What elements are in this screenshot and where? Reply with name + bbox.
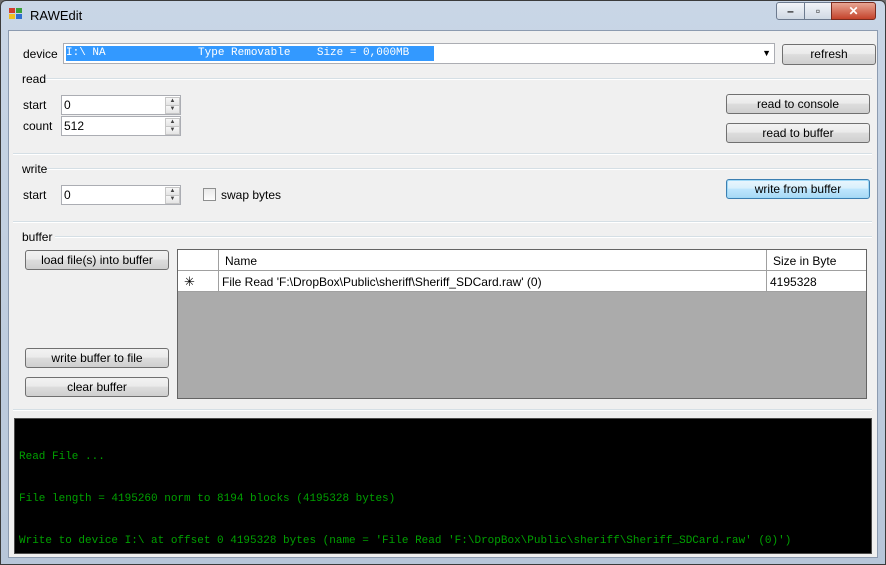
row-header[interactable]: ✳ bbox=[178, 271, 219, 292]
write-start-value: 0 bbox=[64, 188, 71, 202]
load-files-button[interactable]: load file(s) into buffer bbox=[25, 250, 169, 270]
swap-bytes-checkbox[interactable] bbox=[203, 188, 216, 201]
refresh-button[interactable]: refresh bbox=[782, 44, 876, 65]
spin-down-icon[interactable]: ▼ bbox=[165, 195, 180, 204]
swap-bytes-label[interactable]: swap bytes bbox=[221, 188, 281, 202]
minimize-icon: – bbox=[787, 4, 794, 18]
write-top-divider bbox=[13, 153, 872, 155]
device-label: device bbox=[23, 47, 58, 61]
column-header-size[interactable]: Size in Byte bbox=[767, 250, 866, 271]
buffer-table[interactable]: Name Size in Byte ✳ File Read 'F:\DropBo… bbox=[177, 249, 867, 399]
spin-down-icon[interactable]: ▼ bbox=[165, 126, 180, 135]
row-size-value: 4195328 bbox=[770, 275, 817, 289]
write-group-label: write bbox=[22, 162, 48, 176]
chevron-down-icon[interactable]: ▼ bbox=[762, 48, 771, 58]
buffer-group-label: buffer bbox=[22, 230, 53, 244]
write-start-input[interactable]: 0 ▲ ▼ bbox=[61, 185, 181, 205]
spin-down-icon[interactable]: ▼ bbox=[165, 105, 180, 114]
row-header-corner bbox=[178, 250, 219, 271]
close-button[interactable]: ✕ bbox=[831, 2, 876, 20]
close-icon: ✕ bbox=[848, 4, 859, 18]
app-window: RAWEdit – ▫ ✕ device I:\ NA Type Removab… bbox=[0, 0, 886, 565]
client-area: device I:\ NA Type Removable Size = 0,00… bbox=[8, 30, 878, 558]
device-select[interactable]: I:\ NA Type Removable Size = 0,000MB ▼ bbox=[63, 43, 775, 64]
write-from-buffer-button[interactable]: write from buffer bbox=[726, 179, 870, 199]
minimize-button[interactable]: – bbox=[776, 2, 805, 20]
maximize-icon: ▫ bbox=[815, 4, 821, 18]
table-row-size-cell[interactable]: 4195328 bbox=[767, 271, 866, 292]
new-row-icon: ✳ bbox=[184, 274, 195, 289]
console-line: Read File ... bbox=[19, 451, 105, 463]
console-line: Write to device I:\ at offset 0 4195328 … bbox=[19, 535, 792, 547]
write-divider bbox=[47, 168, 872, 170]
read-group-label: read bbox=[22, 72, 47, 86]
console-line: File length = 4195260 norm to 8194 block… bbox=[19, 493, 396, 505]
app-icon bbox=[9, 8, 23, 20]
buffer-top-divider bbox=[13, 221, 872, 223]
read-count-value: 512 bbox=[64, 119, 85, 133]
column-header-name[interactable]: Name bbox=[219, 250, 767, 271]
maximize-button[interactable]: ▫ bbox=[804, 2, 832, 20]
column-header-name-text: Name bbox=[225, 254, 258, 268]
write-start-label: start bbox=[23, 188, 47, 202]
console-divider bbox=[13, 409, 872, 411]
read-start-input[interactable]: 0 ▲ ▼ bbox=[61, 95, 181, 115]
read-to-console-button[interactable]: read to console bbox=[726, 94, 870, 114]
output-console[interactable]: Read File ... File length = 4195260 norm… bbox=[14, 418, 872, 554]
title-bar[interactable]: RAWEdit – ▫ ✕ bbox=[1, 1, 885, 29]
column-header-size-text: Size in Byte bbox=[773, 254, 837, 268]
row-name-value: File Read 'F:\DropBox\Public\sheriff\She… bbox=[222, 275, 542, 289]
buffer-divider bbox=[55, 236, 872, 238]
read-count-label: count bbox=[23, 119, 53, 133]
clear-buffer-button[interactable]: clear buffer bbox=[25, 377, 169, 397]
read-count-input[interactable]: 512 ▲ ▼ bbox=[61, 116, 181, 136]
write-buffer-to-file-button[interactable]: write buffer to file bbox=[25, 348, 169, 368]
device-selected-value: I:\ NA Type Removable Size = 0,000MB bbox=[66, 46, 434, 61]
table-row-name-cell[interactable]: File Read 'F:\DropBox\Public\sheriff\She… bbox=[219, 271, 767, 292]
read-start-label: start bbox=[23, 98, 47, 112]
read-to-buffer-button[interactable]: read to buffer bbox=[726, 123, 870, 143]
window-title: RAWEdit bbox=[30, 8, 83, 23]
read-start-value: 0 bbox=[64, 98, 71, 112]
read-divider bbox=[43, 78, 872, 80]
